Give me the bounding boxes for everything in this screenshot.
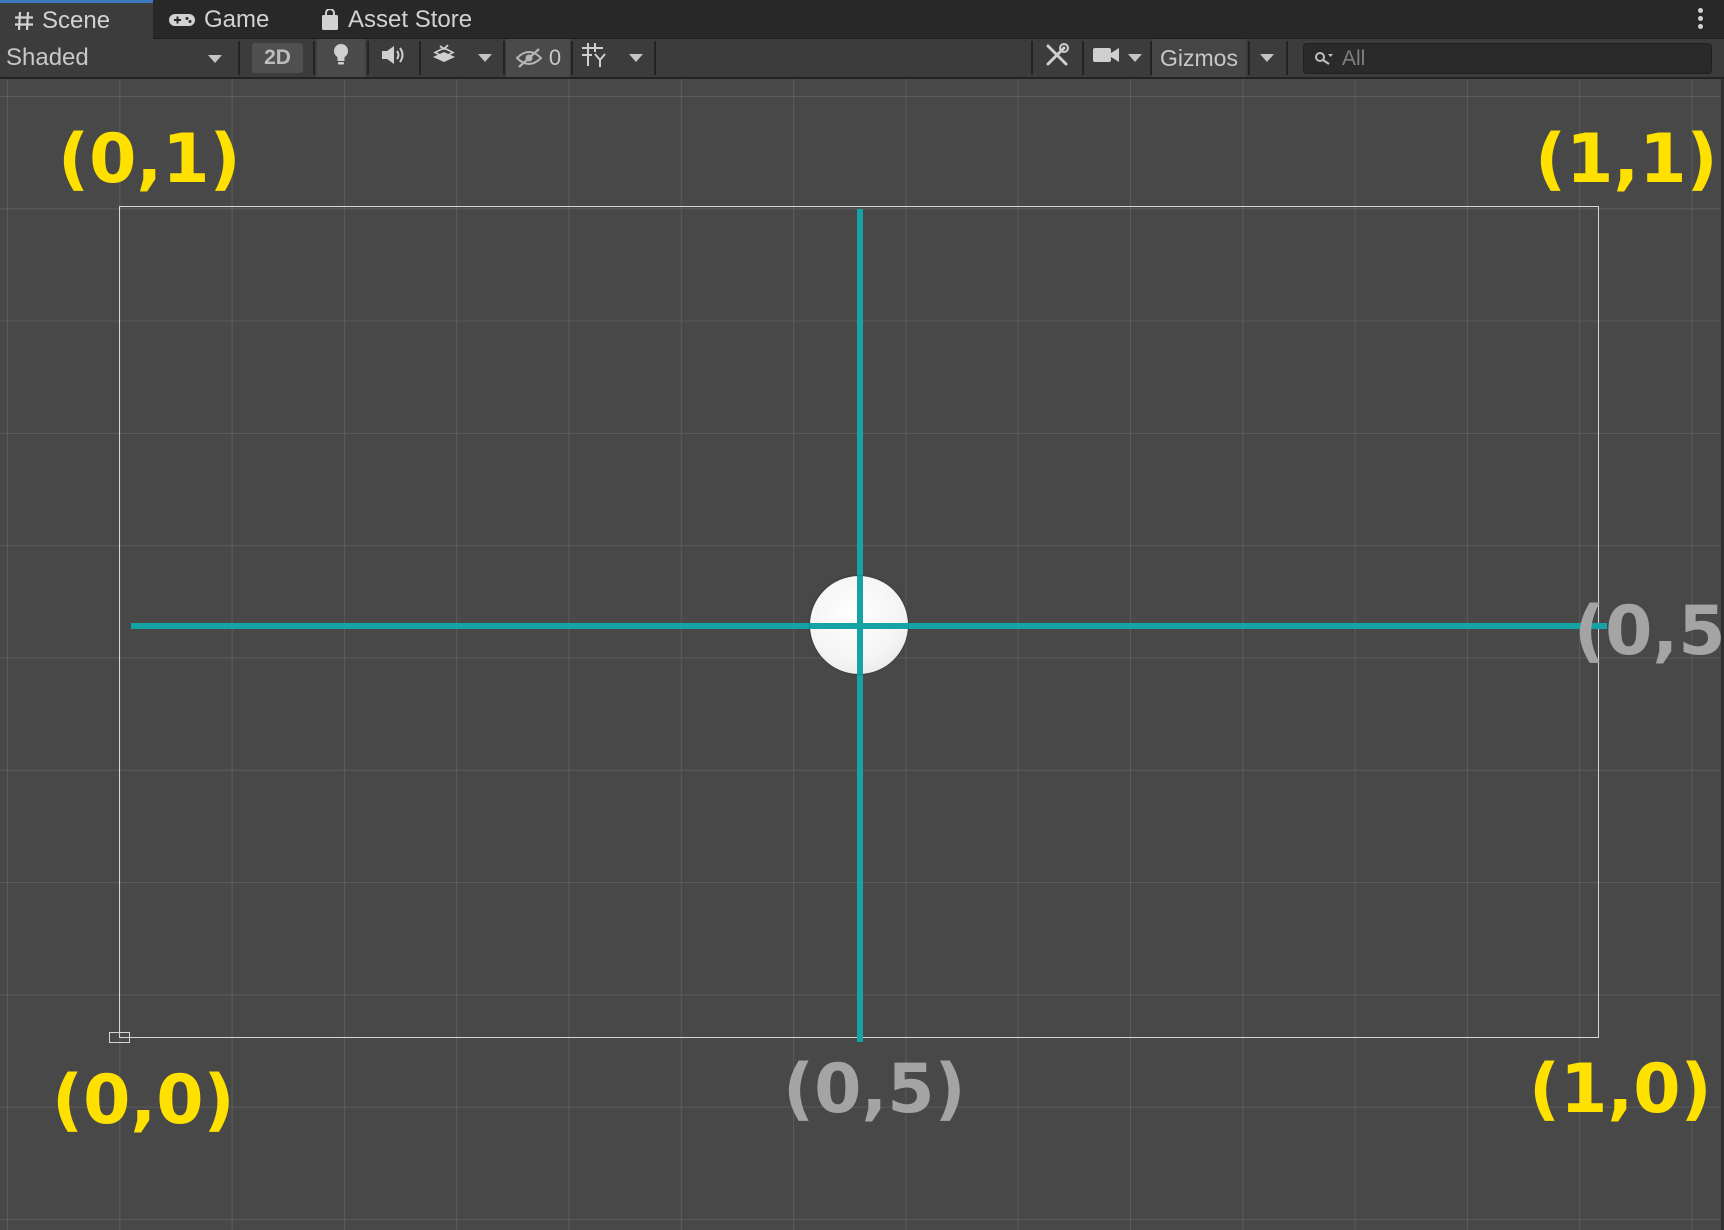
tab-asset-store[interactable]: Asset Store	[320, 0, 472, 39]
camera-dropdown[interactable]	[1124, 39, 1146, 77]
effects-dropdown[interactable]	[469, 39, 501, 77]
chevron-down-icon	[478, 54, 492, 62]
pivot-crosshair-vertical	[857, 576, 863, 674]
chevron-down-icon	[629, 54, 643, 62]
chevron-down-icon	[1128, 54, 1142, 62]
corner-resize-handle[interactable]	[109, 1032, 130, 1043]
camera-icon	[1092, 44, 1120, 72]
mid-label-right: (0,5)	[1574, 592, 1724, 671]
corner-label-top-right: (1,1)	[1535, 120, 1718, 199]
hidden-object-count: 0	[548, 45, 562, 70]
search-icon	[1314, 51, 1334, 67]
corner-label-bottom-right: (1,0)	[1529, 1050, 1712, 1129]
speaker-icon	[381, 44, 407, 72]
audio-toggle-button[interactable]	[370, 39, 418, 77]
lighting-toggle-button[interactable]	[317, 39, 365, 77]
tab-scene-label: Scene	[42, 7, 111, 34]
scene-toolbar: Shaded 2D 0 Gizmos All	[0, 39, 1724, 79]
search-input[interactable]	[1342, 46, 1702, 71]
scene-visibility-toggle[interactable]: 0	[506, 39, 570, 77]
chevron-down-icon	[1260, 54, 1274, 62]
grid-y-icon	[581, 42, 609, 75]
tools-wrench-icon	[1044, 42, 1070, 75]
gizmos-label: Gizmos	[1160, 44, 1238, 71]
tab-asset-store-label: Asset Store	[348, 5, 473, 33]
mid-label-bottom: (0,5)	[783, 1050, 966, 1129]
tab-scene[interactable]: Scene	[0, 0, 153, 39]
lightbulb-icon	[332, 43, 350, 74]
camera-settings-button[interactable]	[1085, 39, 1127, 77]
effects-toggle-button[interactable]	[421, 39, 467, 77]
window-tab-bar: Scene Game Asset Store	[0, 0, 1724, 39]
toggle-2d-label: 2D	[264, 46, 291, 69]
grid-snapping-button[interactable]	[575, 39, 615, 77]
toggle-2d-button[interactable]: 2D	[252, 43, 303, 73]
more-options-icon[interactable]	[1698, 8, 1704, 30]
tools-button[interactable]	[1034, 39, 1080, 77]
chevron-down-icon	[208, 55, 222, 63]
gamepad-icon	[168, 11, 196, 29]
corner-label-top-left: (0,1)	[58, 120, 241, 199]
tab-game[interactable]: Game	[166, 0, 269, 39]
tab-game-label: Game	[204, 5, 270, 33]
corner-label-bottom-left: (0,0)	[52, 1061, 235, 1140]
scene-viewport[interactable]: (0,1) (1,1) (0,0) (1,0) (0,5) (0,5)	[0, 79, 1724, 1230]
draw-mode-value: Shaded	[6, 44, 89, 71]
search-field[interactable]	[1303, 43, 1712, 74]
shopping-bag-icon	[320, 8, 340, 31]
gizmos-button[interactable]: Gizmos	[1152, 39, 1246, 77]
grid-hash-icon	[14, 11, 34, 31]
gizmos-dropdown[interactable]	[1251, 39, 1283, 77]
grid-dropdown[interactable]	[619, 39, 653, 77]
layers-effects-icon	[431, 43, 457, 73]
draw-mode-dropdown[interactable]: Shaded	[0, 39, 236, 77]
eye-hidden-icon	[515, 48, 543, 68]
